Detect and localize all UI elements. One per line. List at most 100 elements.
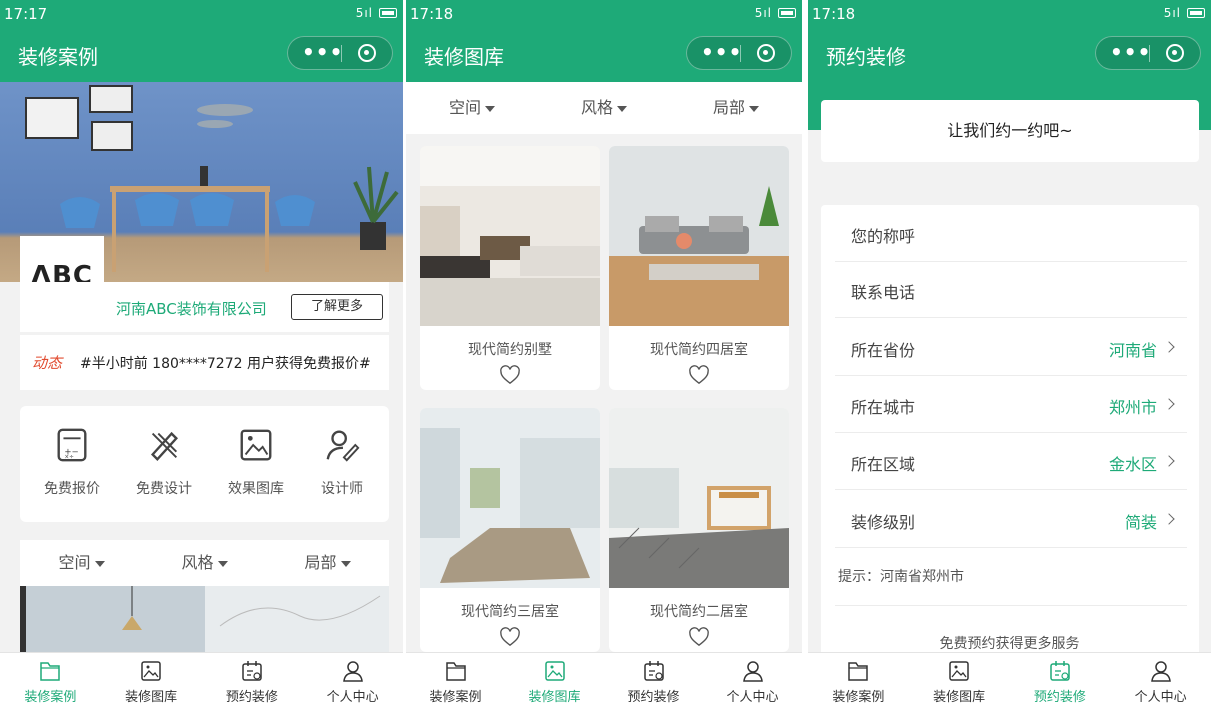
mini-program-capsule[interactable]: •••: [1095, 36, 1201, 70]
folder-icon: [445, 662, 466, 681]
phone-gallery: 17:18 5ıl 装修图库 ••• 空间 风格 局部 现代简约别墅 现代简约四…: [406, 0, 802, 711]
designer-icon: [326, 430, 360, 462]
battery-icon: [1187, 8, 1205, 18]
status-bar: 17:18 5ıl: [406, 0, 802, 28]
status-time: 17:17: [4, 5, 48, 23]
field-name[interactable]: 您的称呼: [835, 205, 1187, 262]
mini-program-capsule[interactable]: •••: [287, 36, 393, 70]
filter-style[interactable]: 风格: [143, 540, 266, 586]
case-filter-bar: 空间 风格 局部: [20, 540, 389, 586]
tab-booking[interactable]: 预约装修: [604, 653, 703, 711]
phone-case-list: 17:17 5ıl 装修案例 ••• ΛBC 河南ABC装饰有限公司 了解更多 …: [0, 0, 403, 711]
gallery-photo: [609, 408, 789, 588]
quick-label: 设计师: [321, 481, 363, 497]
tab-profile[interactable]: 个人中心: [1110, 653, 1211, 711]
user-icon: [342, 661, 363, 682]
close-program-icon[interactable]: [358, 44, 376, 62]
battery-icon: [379, 8, 397, 18]
nav-bar: 装修案例 •••: [0, 28, 403, 82]
quick-label: 效果图库: [228, 481, 284, 497]
tab-cases[interactable]: 装修案例: [808, 653, 909, 711]
tab-profile[interactable]: 个人中心: [302, 653, 403, 711]
more-menu-icon[interactable]: •••: [701, 40, 742, 64]
close-program-icon[interactable]: [1166, 44, 1184, 62]
capsule-divider: [740, 45, 741, 62]
design-tools-icon: [150, 431, 178, 461]
gallery-caption: 现代简约别墅: [468, 342, 552, 358]
signal-icon: 5ıl: [355, 6, 373, 20]
filter-style[interactable]: 风格: [538, 82, 670, 134]
news-tag: 动态: [32, 354, 63, 372]
chevron-down-icon: [485, 105, 495, 112]
user-icon: [742, 661, 763, 682]
filter-space[interactable]: 空间: [20, 540, 143, 586]
quick-label: 免费报价: [44, 481, 100, 497]
nav-bar: 预约装修 •••: [808, 28, 1211, 82]
gallery-card[interactable]: 现代简约别墅: [420, 146, 600, 390]
mini-program-capsule[interactable]: •••: [686, 36, 792, 70]
image-icon: [141, 661, 161, 681]
filter-part[interactable]: 局部: [670, 82, 802, 134]
close-program-icon[interactable]: [757, 44, 775, 62]
tab-booking[interactable]: 预约装修: [1010, 653, 1111, 711]
more-menu-icon[interactable]: •••: [302, 40, 343, 64]
quick-gallery[interactable]: 效果图库: [210, 426, 302, 498]
quick-designers[interactable]: 设计师: [296, 426, 388, 498]
status-time: 17:18: [410, 5, 454, 23]
svg-text:×÷: ×÷: [64, 454, 74, 460]
chevron-right-icon: [1163, 398, 1175, 410]
district-value: 金水区: [1108, 455, 1157, 474]
gallery-card[interactable]: 现代简约三居室: [420, 408, 600, 652]
quick-label: 免费设计: [136, 481, 192, 497]
gallery-card[interactable]: 现代简约二居室: [609, 408, 789, 652]
filter-part[interactable]: 局部: [266, 540, 389, 586]
signal-icon: 5ıl: [1163, 6, 1181, 20]
province-value: 河南省: [1108, 341, 1157, 360]
field-province[interactable]: 所在省份 河南省: [835, 319, 1187, 376]
more-menu-icon[interactable]: •••: [1110, 40, 1151, 64]
tab-bar: 装修案例 装修图库 预约装修 个人中心: [808, 652, 1211, 711]
learn-more-button[interactable]: 了解更多: [291, 294, 383, 320]
status-bar: 17:18 5ıl: [808, 0, 1211, 28]
chevron-right-icon: [1163, 455, 1175, 467]
case-preview-image[interactable]: [20, 586, 389, 654]
heart-icon[interactable]: [499, 627, 521, 647]
tab-gallery[interactable]: 装修图库: [101, 653, 202, 711]
chevron-right-icon: [1163, 341, 1175, 353]
company-name[interactable]: 河南ABC装饰有限公司: [116, 298, 267, 319]
field-phone[interactable]: 联系电话: [835, 261, 1187, 318]
heart-icon[interactable]: [688, 365, 710, 385]
field-city[interactable]: 所在城市 郑州市: [835, 376, 1187, 433]
news-text: #半小时前 180****7272 用户获得免费报价#: [80, 356, 371, 372]
tab-cases[interactable]: 装修案例: [0, 653, 101, 711]
image-icon: [544, 661, 565, 681]
quick-free-quote[interactable]: +− ×÷ 免费报价: [26, 426, 118, 498]
tab-cases[interactable]: 装修案例: [406, 653, 505, 711]
capsule-divider: [341, 45, 342, 62]
gallery-photo: [609, 146, 789, 326]
capsule-divider: [1149, 45, 1150, 62]
tab-gallery[interactable]: 装修图库: [909, 653, 1010, 711]
tab-booking[interactable]: 预约装修: [202, 653, 303, 711]
calculator-icon: +−×÷: [57, 428, 87, 462]
gallery-card[interactable]: 现代简约四居室: [609, 146, 789, 390]
heart-icon[interactable]: [499, 365, 521, 385]
level-value: 简装: [1124, 513, 1157, 532]
page-title: 装修案例: [18, 45, 98, 69]
field-district[interactable]: 所在区域 金水区: [835, 433, 1187, 490]
quick-actions: +− ×÷ 免费报价 免费设计 效果图库 设计师: [20, 406, 389, 522]
filter-space[interactable]: 空间: [406, 82, 538, 134]
tab-gallery[interactable]: 装修图库: [505, 653, 604, 711]
gallery-icon: [240, 429, 272, 461]
booking-header: 让我们约一约吧~: [821, 100, 1199, 162]
chevron-down-icon: [340, 560, 351, 567]
heart-icon[interactable]: [688, 627, 710, 647]
phone-booking: 17:18 5ıl 预约装修 ••• 让我们约一约吧~ 您的称呼 联系电话 所在…: [808, 0, 1211, 711]
calendar-icon: [242, 661, 262, 681]
location-hint: 提示：河南省郑州市: [838, 569, 964, 585]
nav-bar: 装修图库 •••: [406, 28, 802, 82]
field-level[interactable]: 装修级别 简装: [835, 491, 1187, 548]
quick-free-design[interactable]: 免费设计: [118, 426, 210, 498]
tab-profile[interactable]: 个人中心: [703, 653, 802, 711]
chevron-down-icon: [749, 105, 759, 112]
